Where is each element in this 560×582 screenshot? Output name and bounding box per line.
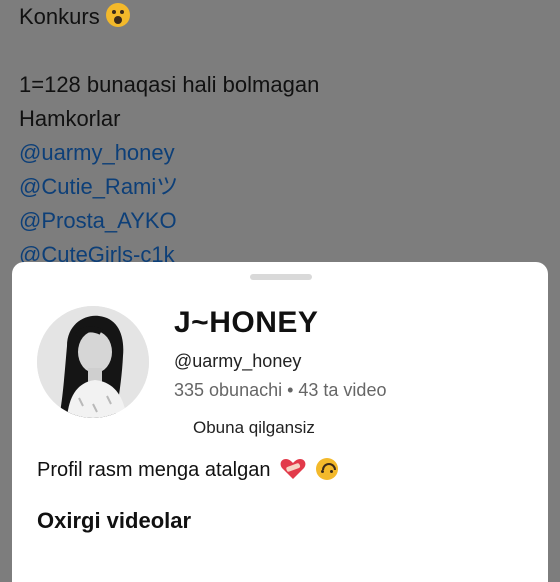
profile-bio: Profil rasm menga atalgan bbox=[37, 458, 338, 482]
sheet-drag-handle[interactable] bbox=[250, 274, 312, 280]
mention-link-2[interactable]: @Cutie_Ramiツ bbox=[19, 170, 550, 204]
message-title-line: Konkurs bbox=[19, 0, 550, 34]
recent-videos-heading: Oxirgi videolar bbox=[37, 508, 192, 533]
mention-link-3[interactable]: @Prosta_AYKO bbox=[19, 204, 550, 238]
upside-down-face-icon bbox=[315, 458, 338, 480]
bio-text: Profil rasm menga atalgan bbox=[37, 459, 271, 481]
message-text: Konkurs 1=128 bunaqasi hali bolmagan Ham… bbox=[19, 0, 550, 272]
avatar[interactable] bbox=[37, 306, 149, 418]
avatar-photo bbox=[37, 306, 149, 418]
heart-bandaged-icon bbox=[280, 459, 306, 479]
message-line-2: Hamkorlar bbox=[19, 106, 121, 131]
profile-username[interactable]: @uarmy_honey bbox=[174, 351, 301, 372]
profile-stats: 335 obunachi • 43 ta video bbox=[174, 380, 387, 400]
profile-name: J~HONEY bbox=[174, 306, 319, 339]
message-title: Konkurs bbox=[19, 4, 100, 29]
subscribed-button[interactable]: Obuna qilgansiz bbox=[193, 418, 315, 438]
profile-bottom-sheet: J~HONEY @uarmy_honey 335 obunachi • 43 t… bbox=[12, 262, 548, 582]
mention-link-1[interactable]: @uarmy_honey bbox=[19, 136, 550, 170]
message-line-1: 1=128 bunaqasi hali bolmagan bbox=[19, 72, 320, 97]
face-screaming-icon bbox=[105, 3, 130, 27]
